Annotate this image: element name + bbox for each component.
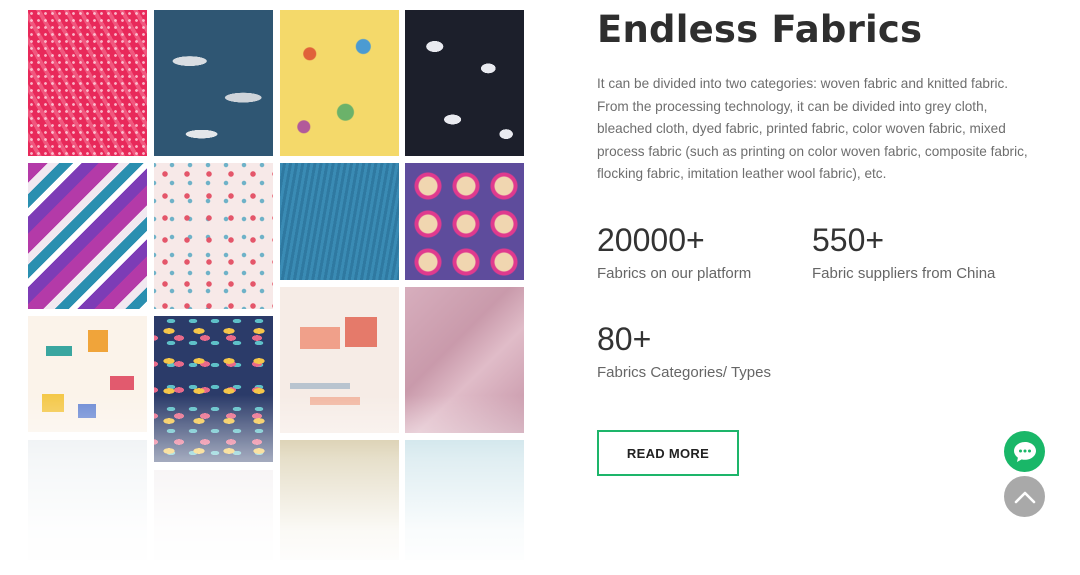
stat-fabrics-value: 20000+ — [597, 222, 705, 258]
back-to-top-button[interactable] — [1004, 476, 1045, 517]
fabric-tile-floral[interactable] — [154, 163, 273, 309]
fabric-tile-shapes[interactable] — [28, 316, 147, 432]
chevron-up-icon — [1014, 491, 1035, 503]
stat-suppliers-value: 550+ — [812, 222, 885, 258]
section-heading: Endless Fabrics — [597, 8, 923, 51]
fabric-tile-navy-floral[interactable] — [154, 316, 273, 462]
stat-categories-value: 80+ — [597, 321, 652, 357]
fabric-tile-faded-4 — [405, 440, 524, 560]
fabric-tile-faded-2 — [154, 470, 273, 560]
fabric-tile-mauve[interactable] — [405, 287, 524, 433]
fabric-tile-pink-dots[interactable] — [28, 10, 147, 156]
read-more-button[interactable]: READ MORE — [597, 430, 739, 476]
chat-button[interactable] — [1004, 431, 1045, 472]
fabric-tile-village[interactable] — [280, 287, 399, 433]
chat-bubble-icon — [1013, 441, 1036, 462]
fabric-tile-yellow-print[interactable] — [280, 10, 399, 156]
section-description: It can be divided into two categories: w… — [597, 76, 1028, 182]
fabric-tile-denim[interactable] — [280, 163, 399, 280]
fabric-tile-swirl[interactable] — [28, 163, 147, 309]
fabric-tile-black-leaf[interactable] — [405, 10, 524, 156]
fabric-tile-shark-print[interactable] — [154, 10, 273, 156]
fabric-tile-badge-print[interactable] — [405, 163, 524, 280]
stat-categories-label: Fabrics Categories/ Types — [597, 364, 771, 381]
fabric-gallery — [0, 0, 560, 575]
stat-fabrics-label: Fabrics on our platform — [597, 265, 752, 282]
fabric-tile-faded-1 — [28, 440, 147, 560]
fabric-tile-faded-3 — [280, 440, 399, 560]
stat-suppliers-label: Fabric suppliers from China — [812, 265, 996, 282]
